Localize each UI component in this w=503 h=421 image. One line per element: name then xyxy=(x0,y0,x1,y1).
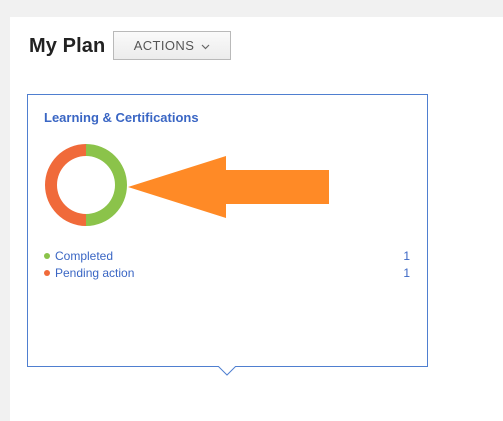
donut-slice-completed[interactable] xyxy=(86,144,127,226)
legend-label[interactable]: Completed xyxy=(55,249,403,263)
chevron-down-icon xyxy=(201,42,210,52)
page-title: My Plan xyxy=(29,35,106,57)
annotation-arrow-icon xyxy=(128,156,329,218)
donut-chart xyxy=(45,144,127,226)
actions-label: ACTIONS xyxy=(133,38,195,53)
legend-count: 1 xyxy=(403,248,410,263)
donut-slice-pending-action[interactable] xyxy=(45,144,86,226)
legend-item-completed[interactable]: Completed 1 xyxy=(44,247,410,264)
legend-label[interactable]: Pending action xyxy=(55,266,403,280)
learning-certifications-card[interactable]: Learning & Certifications Completed 1 Pe… xyxy=(27,94,428,367)
chart-legend: Completed 1 Pending action 1 xyxy=(44,247,410,281)
pending-dot-icon xyxy=(44,269,50,276)
actions-dropdown-button[interactable]: ACTIONS xyxy=(113,31,231,60)
card-title: Learning & Certifications xyxy=(44,110,199,125)
page: My Plan ACTIONS Learning & Certification… xyxy=(0,0,503,421)
completed-dot-icon xyxy=(44,252,50,259)
legend-count: 1 xyxy=(403,265,410,280)
legend-item-pending-action[interactable]: Pending action 1 xyxy=(44,264,410,281)
